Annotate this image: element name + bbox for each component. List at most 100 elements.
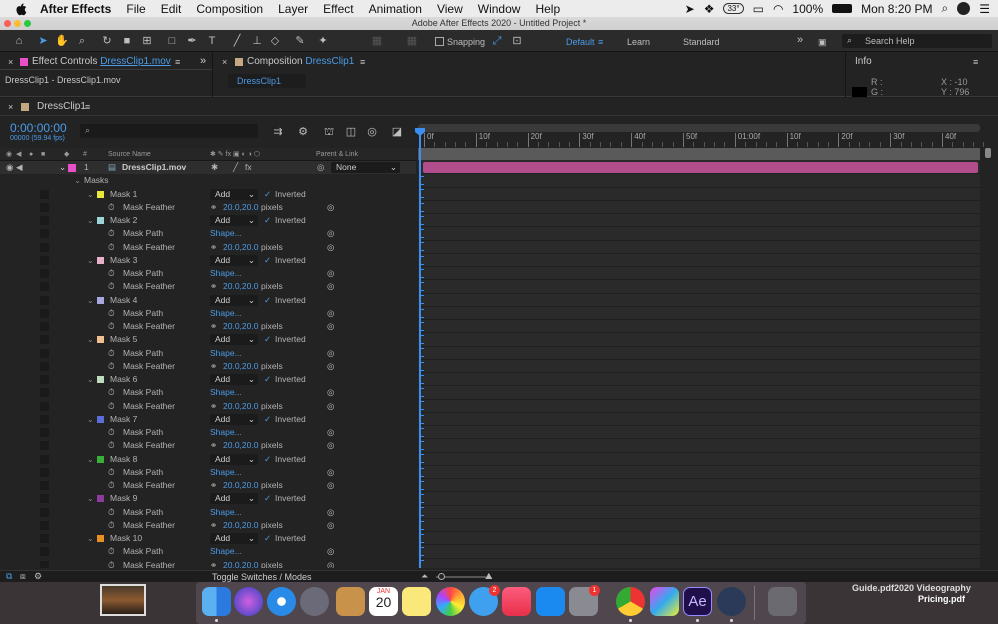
label-column-icon[interactable]: ◆	[64, 148, 69, 161]
mask-name[interactable]: Mask 6	[110, 373, 137, 386]
mask-lock-box[interactable]	[40, 428, 49, 437]
stopwatch-icon[interactable]: ⏱	[108, 241, 115, 254]
stopwatch-icon[interactable]: ⏱	[108, 227, 115, 240]
constrain-link-icon[interactable]: ⚭	[210, 201, 217, 214]
mask-color-swatch[interactable]	[97, 296, 104, 304]
location-icon[interactable]: ➤	[685, 2, 695, 16]
selection-tool-icon[interactable]: ➤	[36, 34, 50, 48]
inverted-checkbox[interactable]: ✓	[264, 333, 271, 346]
mask-feather-row[interactable]: ⏱ Mask Feather ⚭ 20.0,20.0 pixels ◎	[0, 360, 416, 373]
camera-tool-icon[interactable]: ■	[120, 34, 134, 48]
mask-path-row[interactable]: ⏱ Mask Path Shape... ◎	[0, 466, 416, 479]
expression-pickwhip-icon[interactable]: ◎	[327, 466, 334, 479]
constrain-link-icon[interactable]: ⚭	[210, 400, 217, 413]
mask-lock-box[interactable]	[40, 454, 49, 464]
expression-pickwhip-icon[interactable]: ◎	[327, 267, 334, 280]
modes-toggle-icon[interactable]: ⧈	[20, 571, 26, 582]
mask-color-swatch[interactable]	[97, 415, 104, 423]
inverted-checkbox[interactable]: ✓	[264, 492, 271, 505]
mask-path-row[interactable]: ⏱ Mask Path Shape... ◎	[0, 227, 416, 240]
expression-pickwhip-icon[interactable]: ◎	[327, 320, 334, 333]
mask-row[interactable]: ⌄ Mask 9 Add ⌄ ✓ Inverted	[0, 492, 416, 505]
mask-lock-box[interactable]	[40, 202, 49, 212]
keyframe-marker[interactable]	[421, 255, 424, 265]
close-composition-icon[interactable]: ×	[222, 56, 227, 68]
stopwatch-icon[interactable]: ⏱	[108, 466, 115, 479]
roto-brush-tool-icon[interactable]: ✎	[293, 34, 307, 48]
draft-3d-icon[interactable]: ⇉	[271, 125, 285, 139]
mask-expand-chevron[interactable]: ⌄	[87, 294, 94, 307]
mask-path-row[interactable]: ⏱ Mask Path Shape... ◎	[0, 267, 416, 280]
render-time-toggle-icon[interactable]: ⚙	[34, 571, 42, 582]
mask-feather-row[interactable]: ⏱ Mask Feather ⚭ 20.0,20.0 pixels ◎	[0, 439, 416, 452]
mask-path-value[interactable]: Shape...	[210, 386, 242, 399]
mask-lock-box[interactable]	[40, 295, 49, 305]
zoom-in-icon[interactable]: ⛰	[485, 571, 493, 582]
mask-row[interactable]: ⌄ Mask 1 Add ⌄ ✓ Inverted	[0, 188, 416, 201]
expression-pickwhip-icon[interactable]: ◎	[327, 241, 334, 254]
inverted-checkbox[interactable]: ✓	[264, 532, 271, 545]
home-icon[interactable]: ⌂	[12, 34, 26, 48]
mask-feather-row[interactable]: ⏱ Mask Feather ⚭ 20.0,20.0 pixels ◎	[0, 559, 416, 568]
mask-lock-box[interactable]	[40, 308, 49, 318]
audio-switch-icon[interactable]: ◀	[16, 148, 21, 161]
layer-shy-switch[interactable]: ✱	[211, 161, 218, 174]
mask-lock-box[interactable]	[40, 401, 49, 411]
mask-name[interactable]: Mask 8	[110, 453, 137, 466]
keyframe-marker[interactable]	[421, 202, 424, 212]
info-tab[interactable]: Info	[855, 56, 872, 68]
lock-switch-icon[interactable]: ■	[41, 148, 45, 161]
mask-lock-box[interactable]	[40, 388, 49, 398]
mask-lock-box[interactable]	[40, 467, 49, 477]
menu-help[interactable]: Help	[535, 2, 560, 16]
mask-lock-box[interactable]	[40, 216, 49, 225]
mask-feather-value[interactable]: 20.0,20.0	[223, 519, 258, 532]
comp-flowchart-icon[interactable]: ◪	[390, 125, 404, 139]
keyframe-marker[interactable]	[421, 547, 424, 556]
sync-settings-icon[interactable]: ▣	[818, 37, 827, 48]
desktop-file-label-1[interactable]: Guide.pdf2020 Videography	[852, 583, 971, 593]
snap-options-icon[interactable]: ⤢	[490, 34, 504, 48]
mask-path-value[interactable]: Shape...	[210, 466, 242, 479]
keyframe-marker[interactable]	[421, 520, 424, 530]
keyframe-marker[interactable]	[421, 282, 424, 291]
current-timecode[interactable]: 0:00:00:00	[10, 121, 67, 135]
workspace-default[interactable]: Default	[566, 37, 595, 47]
mask-name[interactable]: Mask 2	[110, 214, 137, 227]
keyframe-marker[interactable]	[421, 441, 424, 450]
temperature-badge[interactable]: 33°	[723, 3, 744, 14]
menu-composition[interactable]: Composition	[196, 2, 263, 16]
mask-color-swatch[interactable]	[97, 336, 104, 344]
mask-mode-dropdown[interactable]: Add ⌄	[210, 215, 258, 226]
mask-lock-box[interactable]	[40, 375, 49, 384]
mask-expand-chevron[interactable]: ⌄	[87, 453, 94, 466]
menu-file[interactable]: File	[126, 2, 145, 16]
mask-row[interactable]: ⌄ Mask 5 Add ⌄ ✓ Inverted	[0, 333, 416, 346]
dropbox-icon[interactable]: ❖	[704, 2, 715, 16]
stopwatch-icon[interactable]: ⏱	[108, 201, 115, 214]
timeline-scrollbar[interactable]	[982, 148, 994, 568]
pen-tool-icon[interactable]: ✒	[185, 34, 199, 48]
desktop-photo-thumbnail[interactable]	[100, 584, 146, 616]
keyframe-marker[interactable]	[421, 507, 424, 517]
after-effects-icon[interactable]: Ae	[683, 587, 712, 616]
layer-fx-switch[interactable]: fx	[245, 161, 252, 174]
layer-duration-bar[interactable]	[423, 162, 978, 173]
mask-color-swatch[interactable]	[97, 455, 104, 463]
keyframe-marker[interactable]	[421, 321, 424, 331]
expression-pickwhip-icon[interactable]: ◎	[327, 201, 334, 214]
work-area-range[interactable]	[418, 148, 980, 160]
mask-path-value[interactable]: Shape...	[210, 227, 242, 240]
mask-expand-chevron[interactable]: ⌄	[87, 333, 94, 346]
mask-lock-box[interactable]	[40, 229, 49, 239]
hand-tool-icon[interactable]: ✋	[55, 34, 69, 48]
keyframe-marker[interactable]	[421, 335, 424, 344]
menu-effect[interactable]: Effect	[323, 2, 353, 16]
menu-view[interactable]: View	[437, 2, 463, 16]
zoom-slider-thumb[interactable]	[438, 573, 445, 580]
constrain-link-icon[interactable]: ⚭	[210, 479, 217, 492]
keyframe-marker[interactable]	[421, 414, 424, 424]
keyframe-marker[interactable]	[421, 176, 424, 185]
mask-color-swatch[interactable]	[97, 190, 104, 198]
keyframe-marker[interactable]	[421, 454, 424, 464]
